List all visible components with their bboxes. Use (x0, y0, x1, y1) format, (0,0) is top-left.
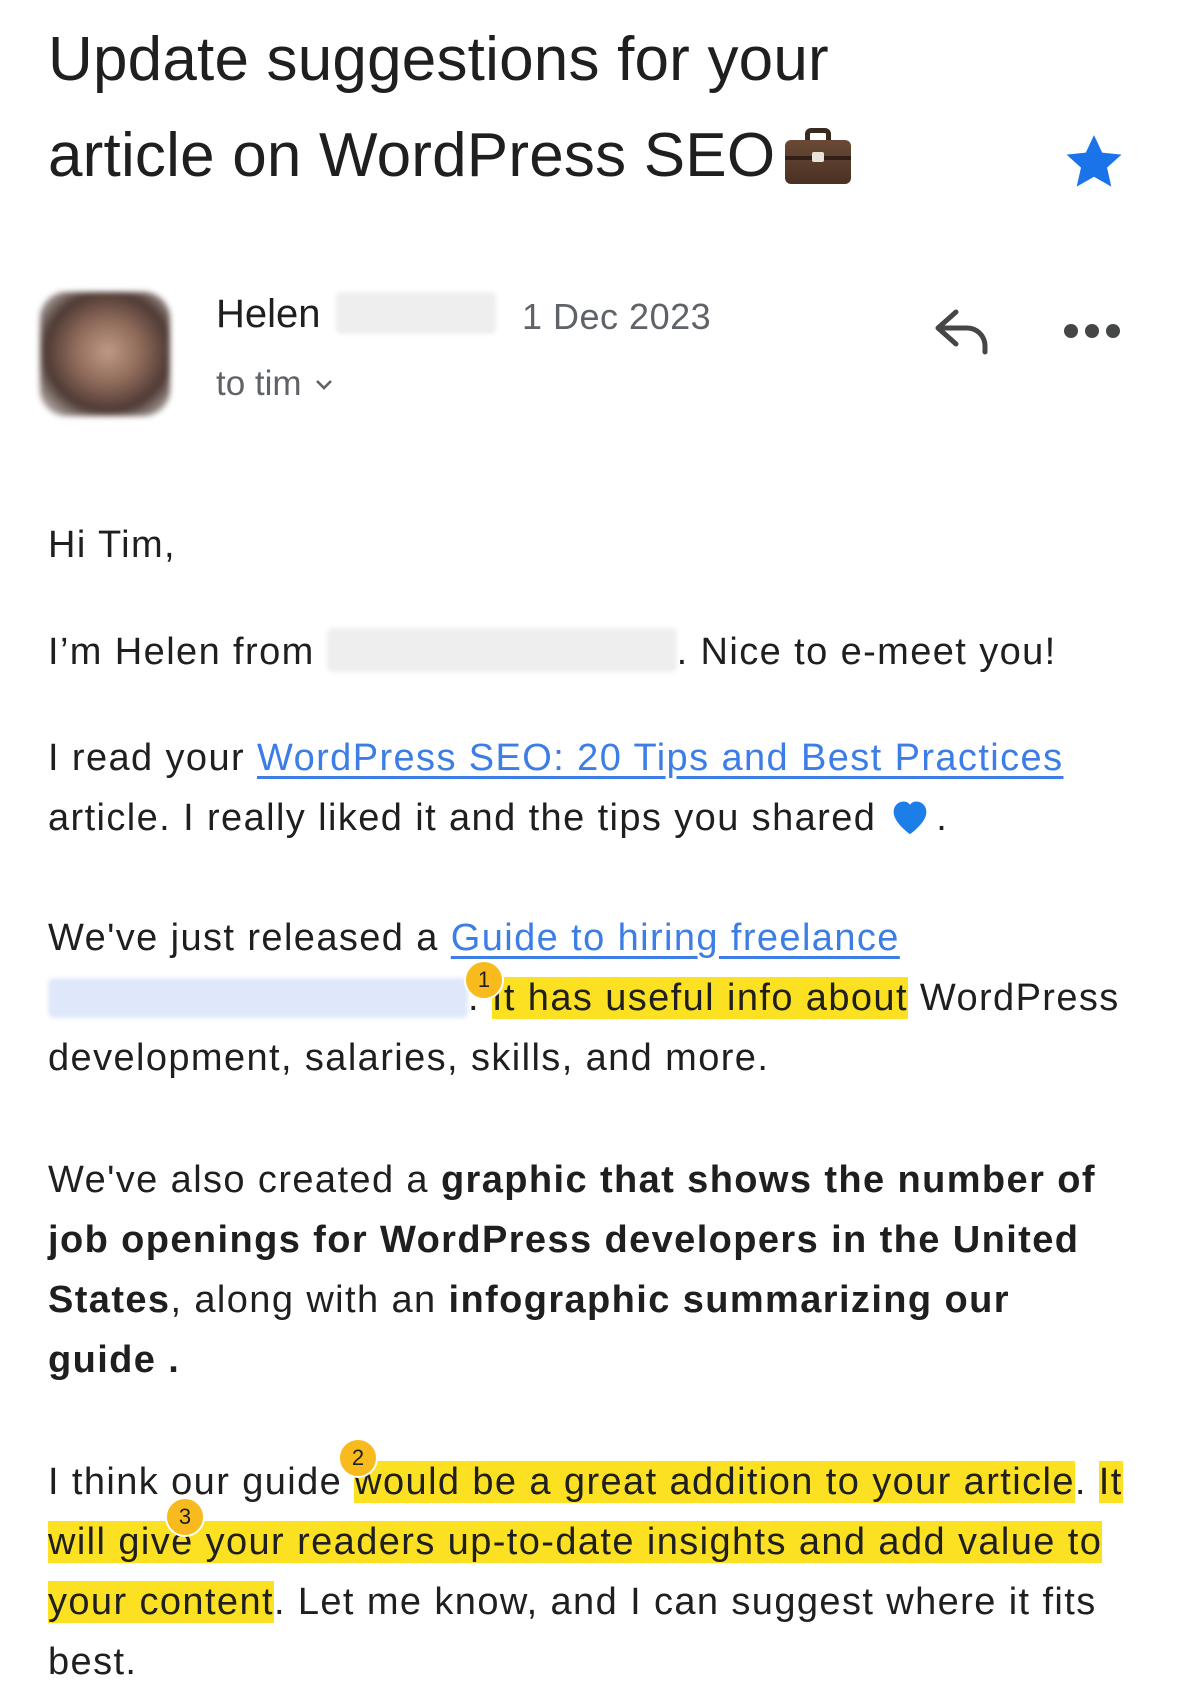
graphic-text: We've also created a (48, 1159, 441, 1201)
paragraph-suggestion: I think our guide would be a great addit… (48, 1452, 1128, 1692)
redacted-link-text (48, 978, 468, 1018)
graphic-text-mid: , along with an (170, 1279, 449, 1321)
article-text: I read your (48, 737, 258, 779)
recipient-label: to tim (216, 364, 302, 403)
paragraph-article: I read your WordPress SEO: 20 Tips and B… (48, 728, 1128, 848)
annotation-badge-3: 3 (165, 1497, 205, 1537)
blue-heart-icon (893, 801, 927, 835)
highlight-2: would be a great addition to your articl… (354, 1461, 1075, 1503)
highlight-1: It has useful info about (491, 977, 908, 1019)
paragraph-guide: We've just released a Guide to hiring fr… (48, 908, 1128, 1088)
email-date: 1 Dec 2023 (522, 296, 712, 337)
reply-icon[interactable] (930, 306, 994, 356)
annotation-badge-2: 2 (338, 1438, 378, 1478)
article-text-end: article. I really liked it and the tips … (48, 797, 877, 839)
paragraph-graphic: We've also created a graphic that shows … (48, 1150, 1128, 1390)
greeting: Hi Tim, (48, 524, 177, 566)
star-icon[interactable] (1060, 128, 1128, 196)
annotation-badge-1: 1 (464, 960, 504, 1000)
article-link[interactable]: WordPress SEO: 20 Tips and Best Practice… (257, 737, 1063, 779)
avatar[interactable] (40, 292, 170, 416)
subject-text: Update suggestions for your article on W… (48, 25, 829, 190)
redacted-company (326, 628, 677, 672)
redacted-surname (336, 292, 496, 334)
article-period: . (936, 797, 949, 839)
email-subject: Update suggestions for your article on W… (48, 12, 928, 204)
guide-link-text: Guide to hiring freelance (450, 917, 900, 959)
intro-text: I’m Helen from (48, 631, 327, 673)
intro-text-end: . Nice to e-meet you! (676, 631, 1057, 673)
paragraph-intro: I’m Helen from . Nice to e-meet you! (48, 622, 1128, 682)
guide-text: We've just released a (48, 917, 451, 959)
suggestion-dot: . (1074, 1461, 1099, 1503)
graphic-end: . (156, 1339, 181, 1381)
briefcase-icon (785, 128, 852, 184)
recipient-toggle[interactable]: to tim (216, 364, 334, 404)
chevron-down-icon (315, 380, 332, 390)
suggestion-text: I think our guide (48, 1461, 355, 1503)
more-options-icon[interactable] (1064, 320, 1120, 342)
sender-name[interactable]: Helen (216, 292, 321, 337)
